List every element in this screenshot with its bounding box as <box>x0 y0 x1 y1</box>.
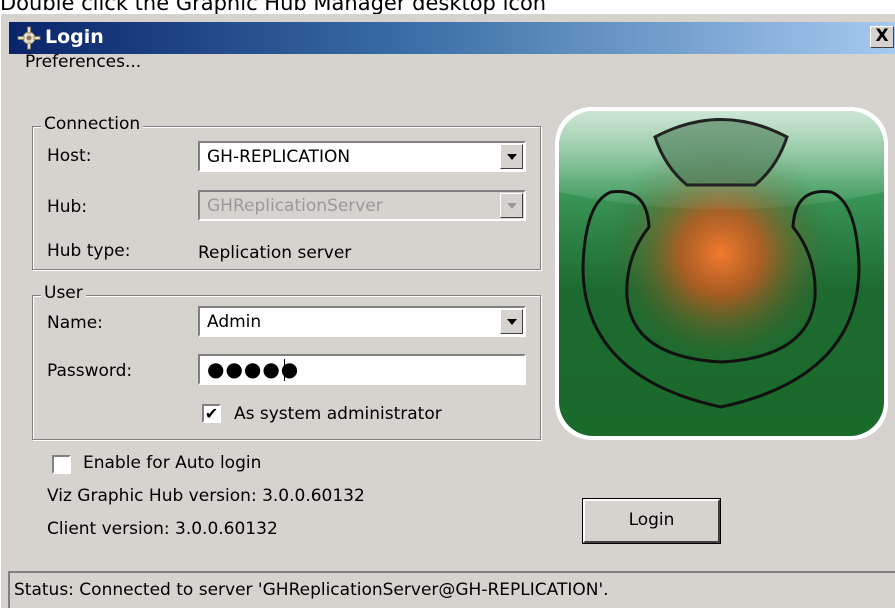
client-version: Client version: 3.0.0.60132 <box>47 519 278 539</box>
hub-type-label: Hub type: <box>47 241 131 261</box>
preferences-menu-item[interactable]: Preferences... <box>25 52 141 72</box>
close-button[interactable]: X <box>870 26 894 48</box>
instruction-caption: Double click the Graphic Hub Manager des… <box>0 0 547 15</box>
hub-combo: GHReplicationServer <box>198 190 526 221</box>
chevron-down-icon <box>500 193 523 218</box>
hub-value: GHReplicationServer <box>207 196 383 216</box>
host-label: Host: <box>47 146 92 166</box>
chevron-down-icon[interactable] <box>500 144 523 169</box>
text-caret <box>284 359 285 381</box>
gear-icon <box>17 26 41 50</box>
hub-type-value: Replication server <box>198 243 352 263</box>
check-icon: ✔ <box>204 404 219 423</box>
chevron-down-icon[interactable] <box>500 309 523 334</box>
login-button[interactable]: Login <box>582 498 721 544</box>
window-title: Login <box>45 26 104 48</box>
user-group-label: User <box>41 283 86 303</box>
host-value: GH-REPLICATION <box>207 147 351 167</box>
graphic-hub-logo <box>555 107 888 440</box>
name-label: Name: <box>47 313 103 333</box>
auto-login-checkbox[interactable] <box>52 455 71 474</box>
connection-group-label: Connection <box>41 114 144 134</box>
sysadmin-label[interactable]: As system administrator <box>234 404 442 424</box>
sysadmin-checkbox[interactable]: ✔ <box>202 404 221 423</box>
password-label: Password: <box>47 361 133 381</box>
name-combo[interactable]: Admin <box>198 306 526 337</box>
password-field[interactable]: ●●●●● <box>198 354 526 385</box>
name-value: Admin <box>207 312 262 332</box>
title-bar[interactable]: Login X <box>9 22 895 54</box>
host-combo[interactable]: GH-REPLICATION <box>198 141 526 172</box>
status-bar: Status: Connected to server 'GHReplicati… <box>8 571 895 608</box>
auto-login-label[interactable]: Enable for Auto login <box>83 453 261 473</box>
hub-version: Viz Graphic Hub version: 3.0.0.60132 <box>47 486 365 506</box>
password-value: ●●●●● <box>207 357 300 381</box>
hub-label: Hub: <box>47 197 88 217</box>
